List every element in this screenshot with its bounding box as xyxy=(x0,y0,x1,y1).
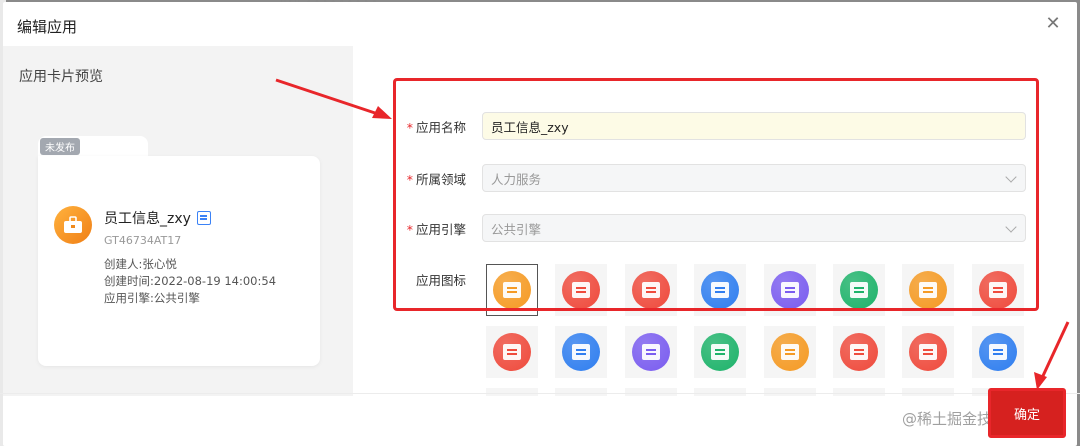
clipboard-icon xyxy=(562,333,601,371)
footer-divider xyxy=(0,393,1080,394)
domain-select-value: 人力服务 xyxy=(491,171,542,187)
files-icon xyxy=(909,333,948,371)
doc-add-icon xyxy=(909,271,948,309)
engine-label: * 应用引擎 xyxy=(406,221,466,237)
doc-gear-icon xyxy=(701,271,740,309)
icon-option[interactable] xyxy=(971,264,1024,316)
engine-select-value: 公共引擎 xyxy=(491,221,542,237)
app-name-input[interactable]: 员工信息_zxy xyxy=(482,112,1026,140)
preview-label: 应用卡片预览 xyxy=(19,69,103,85)
doc-list-icon xyxy=(978,333,1017,371)
name-label: * 应用名称 xyxy=(406,119,466,135)
doc-shield-icon xyxy=(770,333,809,371)
icon-glyph xyxy=(641,282,660,298)
icon-option[interactable] xyxy=(555,326,608,378)
icon-glyph xyxy=(919,344,938,360)
domain-select[interactable]: 人力服务 xyxy=(482,164,1026,192)
book-icon xyxy=(701,333,740,371)
card-preview-panel: 应用卡片预览 未发布 员工信息_zxy GT46734AT17 创建人:张心悦 … xyxy=(3,46,353,396)
icon-option[interactable] xyxy=(694,264,747,316)
icon-option[interactable] xyxy=(694,326,747,378)
card-app-name: 员工信息_zxy xyxy=(104,208,211,228)
icon-glyph xyxy=(641,344,660,360)
briefcase-icon xyxy=(54,206,92,244)
icon-glyph xyxy=(850,344,868,360)
icon-glyph xyxy=(919,282,938,298)
chart-report-icon xyxy=(493,333,531,371)
icon-option[interactable] xyxy=(833,326,885,378)
card-meta: 创建人:张心悦 创建时间:2022-08-19 14:00:54 应用引擎:公共… xyxy=(104,256,276,307)
app-card: 未发布 员工信息_zxy GT46734AT17 创建人:张心悦 创建时间:20… xyxy=(38,136,320,366)
toolbox-icon xyxy=(631,333,670,371)
icon-option[interactable] xyxy=(971,326,1024,378)
icon-option[interactable] xyxy=(624,326,677,378)
briefcase-icon xyxy=(493,271,531,309)
card-created-time: 创建时间:2022-08-19 14:00:54 xyxy=(104,274,277,288)
status-badge: 未发布 xyxy=(40,138,80,155)
engine-select[interactable]: 公共引擎 xyxy=(482,214,1026,242)
icon-glyph xyxy=(780,282,799,298)
icon-option[interactable] xyxy=(902,326,955,378)
icon-option[interactable] xyxy=(763,264,816,316)
icon-glyph xyxy=(503,344,521,360)
icon-glyph xyxy=(780,344,799,360)
icon-option-partial[interactable] xyxy=(902,388,955,396)
icon-glyph xyxy=(572,282,591,298)
card-creator: 创建人:张心悦 xyxy=(104,257,177,271)
card-app-name-text: 员工信息_zxy xyxy=(104,211,191,227)
icon-option-partial[interactable] xyxy=(763,388,816,396)
icon-label: 应用图标 xyxy=(415,272,466,288)
icon-option-partial[interactable] xyxy=(624,388,677,396)
folder-add-icon xyxy=(840,271,878,309)
icon-option[interactable] xyxy=(555,264,608,316)
icon-option-partial[interactable] xyxy=(833,388,885,396)
package-icon xyxy=(840,333,878,371)
icon-glyph xyxy=(711,344,730,360)
icon-option-partial[interactable] xyxy=(694,388,747,396)
close-icon[interactable]: ✕ xyxy=(1043,14,1063,34)
icon-option[interactable] xyxy=(486,326,538,378)
clipboard-check-icon xyxy=(770,271,809,309)
icon-glyph xyxy=(850,282,868,298)
dialog-title: 编辑应用 xyxy=(17,18,78,36)
icon-option[interactable] xyxy=(902,264,955,316)
icon-option[interactable] xyxy=(833,264,885,316)
edit-doc-icon xyxy=(631,271,670,309)
domain-label: * 所属领域 xyxy=(406,171,466,187)
icon-glyph xyxy=(988,282,1007,298)
icon-glyph xyxy=(503,282,521,298)
dialog-header: 编辑应用 ✕ xyxy=(3,2,1077,46)
icon-glyph xyxy=(711,282,730,298)
box-icon xyxy=(978,271,1017,309)
confirm-button[interactable]: 确定 xyxy=(988,388,1066,438)
icon-glyph xyxy=(988,344,1007,360)
icon-option[interactable] xyxy=(763,326,816,378)
doc-icon[interactable] xyxy=(196,211,211,225)
card-app-code: GT46734AT17 xyxy=(104,234,182,247)
icon-option-partial[interactable] xyxy=(486,388,538,396)
icon-option[interactable] xyxy=(624,264,677,316)
monitor-icon xyxy=(562,271,601,309)
icon-glyph xyxy=(572,344,591,360)
chevron-down-icon xyxy=(1005,171,1017,183)
icon-option[interactable] xyxy=(486,264,538,316)
card-engine: 应用引擎:公共引擎 xyxy=(104,291,200,305)
icon-option-partial[interactable] xyxy=(555,388,608,396)
chevron-down-icon xyxy=(1005,221,1017,233)
